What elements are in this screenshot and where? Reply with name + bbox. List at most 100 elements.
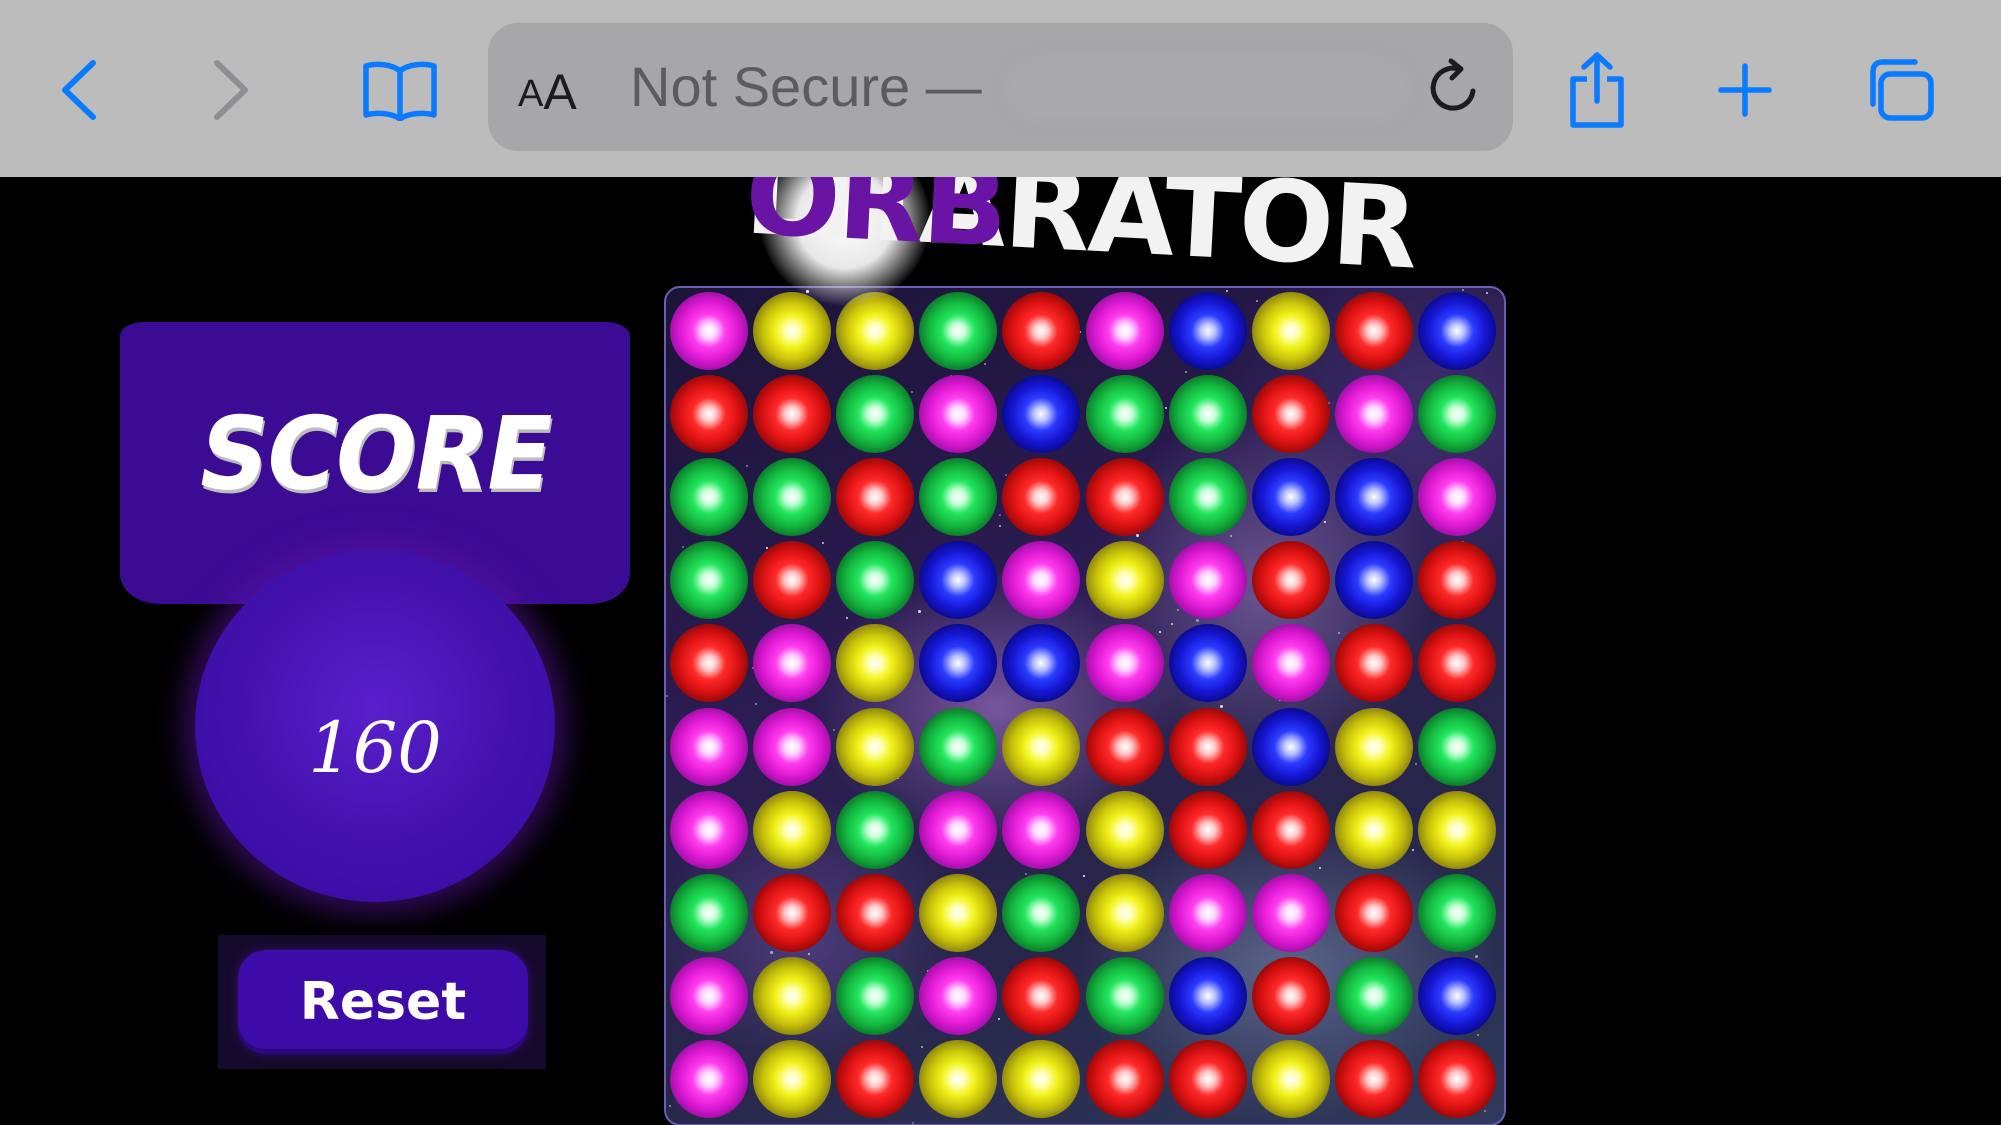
- orb-green[interactable]: [1085, 956, 1164, 1035]
- orb-red[interactable]: [1334, 624, 1413, 703]
- orb-green[interactable]: [1334, 956, 1413, 1035]
- orb-red[interactable]: [1417, 541, 1496, 620]
- orb-green[interactable]: [919, 458, 998, 537]
- orb-magenta[interactable]: [1085, 624, 1164, 703]
- orb-red[interactable]: [1417, 1039, 1496, 1118]
- orb-red[interactable]: [670, 624, 748, 703]
- orb-red[interactable]: [1085, 458, 1164, 537]
- orb-green[interactable]: [753, 458, 832, 537]
- orb-magenta[interactable]: [670, 1039, 748, 1118]
- orb-yellow[interactable]: [1002, 707, 1081, 786]
- orb-red[interactable]: [836, 458, 915, 537]
- orb-red[interactable]: [670, 375, 748, 454]
- orb-red[interactable]: [836, 1039, 915, 1118]
- orb-magenta[interactable]: [1334, 375, 1413, 454]
- orb-yellow[interactable]: [753, 790, 832, 869]
- orb-red[interactable]: [1334, 1039, 1413, 1118]
- orb-yellow[interactable]: [1085, 873, 1164, 952]
- orb-green[interactable]: [919, 707, 998, 786]
- orb-red[interactable]: [1334, 292, 1413, 370]
- orb-magenta[interactable]: [919, 790, 998, 869]
- tabs-button[interactable]: [1855, 40, 1945, 140]
- orb-magenta[interactable]: [1168, 541, 1247, 620]
- orb-blue[interactable]: [1251, 458, 1330, 537]
- orb-green[interactable]: [670, 873, 748, 952]
- bookmarks-button[interactable]: [350, 40, 450, 140]
- orb-blue[interactable]: [1168, 956, 1247, 1035]
- orb-blue[interactable]: [1168, 292, 1247, 370]
- orb-blue[interactable]: [1002, 375, 1081, 454]
- orb-yellow[interactable]: [1334, 707, 1413, 786]
- orb-yellow[interactable]: [1085, 541, 1164, 620]
- orb-red[interactable]: [1085, 1039, 1164, 1118]
- orb-blue[interactable]: [1334, 541, 1413, 620]
- orb-green[interactable]: [836, 956, 915, 1035]
- orb-red[interactable]: [1251, 956, 1330, 1035]
- orb-green[interactable]: [919, 292, 998, 370]
- orb-yellow[interactable]: [919, 1039, 998, 1118]
- orb-magenta[interactable]: [670, 292, 748, 370]
- orb-blue[interactable]: [1168, 624, 1247, 703]
- orb-magenta[interactable]: [919, 956, 998, 1035]
- orb-red[interactable]: [1085, 707, 1164, 786]
- orb-magenta[interactable]: [670, 956, 748, 1035]
- orb-green[interactable]: [670, 541, 748, 620]
- orb-yellow[interactable]: [836, 707, 915, 786]
- orb-yellow[interactable]: [753, 292, 832, 370]
- reset-button[interactable]: Reset: [238, 950, 528, 1054]
- orb-yellow[interactable]: [753, 1039, 832, 1118]
- share-button[interactable]: [1552, 40, 1642, 140]
- orb-red[interactable]: [1334, 873, 1413, 952]
- orb-red[interactable]: [1168, 790, 1247, 869]
- orb-magenta[interactable]: [1002, 790, 1081, 869]
- orb-red[interactable]: [1168, 707, 1247, 786]
- orb-magenta[interactable]: [1251, 624, 1330, 703]
- back-button[interactable]: [34, 40, 124, 140]
- orb-magenta[interactable]: [753, 624, 832, 703]
- orb-yellow[interactable]: [1334, 790, 1413, 869]
- orb-magenta[interactable]: [753, 707, 832, 786]
- orb-green[interactable]: [1417, 375, 1496, 454]
- orb-green[interactable]: [1168, 375, 1247, 454]
- orb-blue[interactable]: [919, 624, 998, 703]
- orb-red[interactable]: [1168, 1039, 1247, 1118]
- orb-magenta[interactable]: [1168, 873, 1247, 952]
- reader-button[interactable]: AA: [518, 53, 577, 121]
- orb-green[interactable]: [670, 458, 748, 537]
- orb-magenta[interactable]: [670, 707, 748, 786]
- new-tab-button[interactable]: [1700, 40, 1790, 140]
- orb-green[interactable]: [1168, 458, 1247, 537]
- orb-red[interactable]: [1002, 956, 1081, 1035]
- orb-green[interactable]: [1417, 707, 1496, 786]
- orb-red[interactable]: [1417, 624, 1496, 703]
- orb-green[interactable]: [1085, 375, 1164, 454]
- orb-yellow[interactable]: [1417, 790, 1496, 869]
- orb-blue[interactable]: [1002, 624, 1081, 703]
- orb-magenta[interactable]: [1251, 873, 1330, 952]
- orb-green[interactable]: [836, 375, 915, 454]
- orb-magenta[interactable]: [1002, 541, 1081, 620]
- orb-green[interactable]: [1002, 873, 1081, 952]
- orb-blue[interactable]: [1417, 956, 1496, 1035]
- orb-green[interactable]: [836, 541, 915, 620]
- orb-red[interactable]: [1002, 292, 1081, 370]
- orb-magenta[interactable]: [670, 790, 748, 869]
- orb-red[interactable]: [753, 541, 832, 620]
- orb-red[interactable]: [753, 873, 832, 952]
- orb-magenta[interactable]: [919, 375, 998, 454]
- reload-button[interactable]: [1425, 57, 1485, 117]
- orb-yellow[interactable]: [1251, 292, 1330, 370]
- orb-yellow[interactable]: [1002, 1039, 1081, 1118]
- orb-blue[interactable]: [919, 541, 998, 620]
- orb-red[interactable]: [1002, 458, 1081, 537]
- orb-yellow[interactable]: [1085, 790, 1164, 869]
- orb-magenta[interactable]: [1085, 292, 1164, 370]
- orb-blue[interactable]: [1251, 707, 1330, 786]
- orb-red[interactable]: [1251, 541, 1330, 620]
- orb-red[interactable]: [753, 375, 832, 454]
- orb-yellow[interactable]: [919, 873, 998, 952]
- orb-red[interactable]: [836, 873, 915, 952]
- orb-red[interactable]: [1251, 790, 1330, 869]
- orb-yellow[interactable]: [1251, 1039, 1330, 1118]
- orb-blue[interactable]: [1417, 292, 1496, 370]
